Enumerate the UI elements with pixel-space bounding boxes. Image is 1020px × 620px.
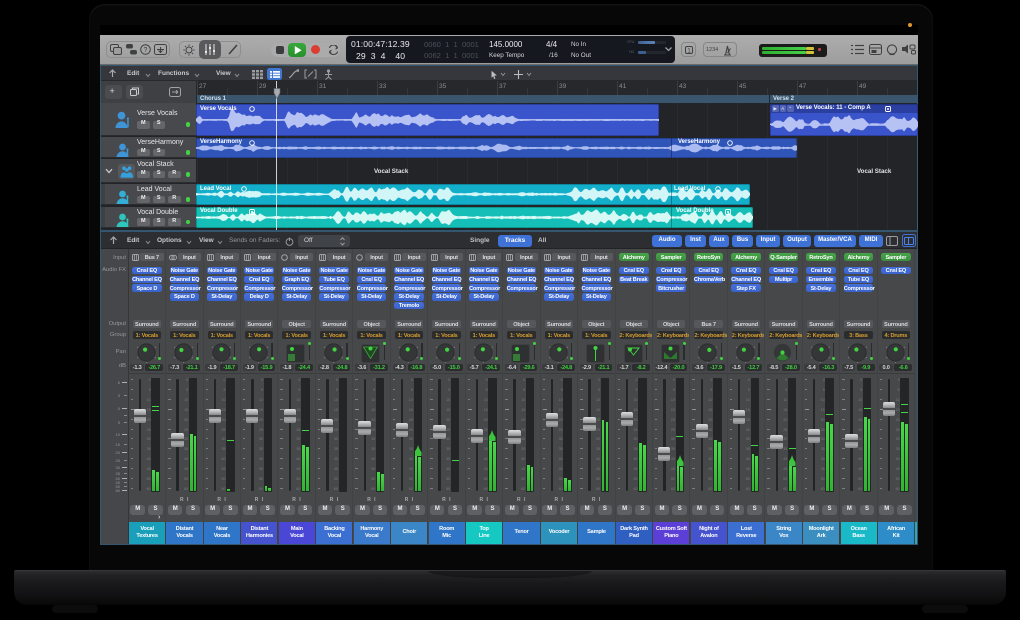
svg-text:?: ? xyxy=(144,47,148,54)
